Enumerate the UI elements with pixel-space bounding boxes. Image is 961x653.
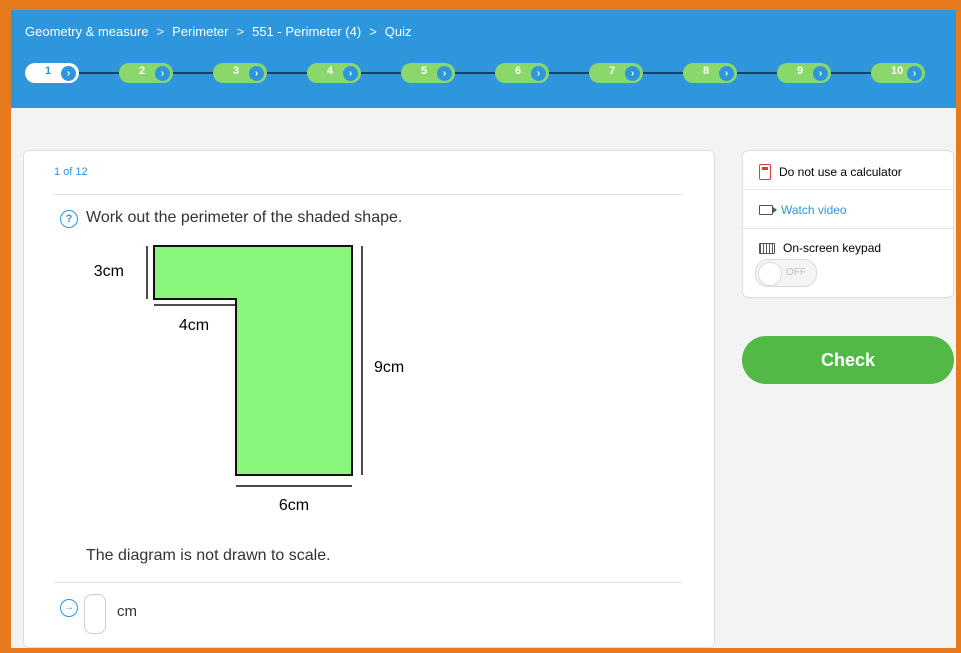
arrow-right-icon: → <box>60 599 78 617</box>
step-4[interactable]: 4 › <box>307 63 361 83</box>
divider <box>743 189 953 190</box>
step-number: 6 <box>515 65 522 77</box>
step-connector <box>79 72 119 74</box>
step-number: 3 <box>233 65 240 77</box>
chevron-right-icon: › <box>437 65 452 81</box>
breadcrumb-separator: > <box>236 24 245 39</box>
keypad-label: On-screen keypad <box>783 241 882 255</box>
breadcrumb-lesson[interactable]: 551 - Perimeter (4) <box>252 24 361 39</box>
watch-video-row[interactable]: Watch video <box>759 203 847 217</box>
answer-unit: cm <box>117 603 137 620</box>
perimeter-diagram: 3cm 4cm 9cm 6cm <box>94 245 404 514</box>
step-number: 5 <box>421 65 428 77</box>
step-connector <box>267 72 307 74</box>
toggle-knob <box>758 262 782 286</box>
breadcrumb-separator: > <box>369 24 377 39</box>
breadcrumb: Geometry & measure > Perimeter > 551 - P… <box>25 24 412 39</box>
divider <box>54 194 682 195</box>
chevron-right-icon: › <box>61 65 76 81</box>
step-7[interactable]: 7 › <box>589 63 643 83</box>
chevron-right-icon: › <box>719 65 734 81</box>
label-4cm: 4cm <box>179 317 209 334</box>
quiz-window: Geometry & measure > Perimeter > 551 - P… <box>11 10 956 648</box>
step-number: 7 <box>609 65 616 77</box>
step-connector <box>361 72 401 74</box>
toggle-state: OFF <box>786 267 806 278</box>
divider <box>54 582 682 583</box>
shaded-shape <box>153 245 353 476</box>
breadcrumb-separator: > <box>156 24 165 39</box>
divider <box>743 228 953 229</box>
step-connector <box>455 72 495 74</box>
video-icon <box>759 205 777 215</box>
step-number: 9 <box>797 65 804 77</box>
keyboard-icon <box>759 242 775 254</box>
step-connector <box>831 72 871 74</box>
step-connector <box>737 72 777 74</box>
watch-video-link[interactable]: Watch video <box>781 203 847 217</box>
step-5[interactable]: 5 › <box>401 63 455 83</box>
calculator-icon <box>759 164 771 180</box>
label-3cm: 3cm <box>94 263 124 280</box>
step-3[interactable]: 3 › <box>213 63 267 83</box>
step-8[interactable]: 8 › <box>683 63 737 83</box>
question-counter: 1 of 12 <box>54 166 88 178</box>
breadcrumb-geometry[interactable]: Geometry & measure <box>25 24 149 39</box>
step-number: 4 <box>327 65 334 77</box>
keypad-row: On-screen keypad <box>759 241 881 255</box>
question-text: Work out the perimeter of the shaded sha… <box>86 209 403 226</box>
step-1[interactable]: 1 › <box>25 63 79 83</box>
chevron-right-icon: › <box>155 65 170 81</box>
calculator-row: Do not use a calculator <box>759 164 902 180</box>
scale-note: The diagram is not drawn to scale. <box>86 547 331 564</box>
step-number: 1 <box>45 65 52 77</box>
chevron-right-icon: › <box>625 65 640 81</box>
step-number: 2 <box>139 65 146 77</box>
breadcrumb-perimeter[interactable]: Perimeter <box>172 24 228 39</box>
answer-input[interactable] <box>84 594 106 634</box>
step-9[interactable]: 9 › <box>777 63 831 83</box>
step-number: 8 <box>703 65 710 77</box>
step-connector <box>643 72 683 74</box>
chevron-right-icon: › <box>813 65 828 81</box>
label-9cm: 9cm <box>374 359 404 376</box>
step-connector <box>173 72 213 74</box>
step-connector <box>549 72 589 74</box>
chevron-right-icon: › <box>531 65 546 81</box>
question-stepper: 1 › 2 › 3 › 4 › 5 › 6 › 7 › 8 › 9 › 10 › <box>25 63 925 83</box>
top-bar: Geometry & measure > Perimeter > 551 - P… <box>11 10 956 108</box>
tools-panel: Do not use a calculator Watch video On-s… <box>742 150 954 298</box>
calculator-note: Do not use a calculator <box>779 165 902 179</box>
step-number: 10 <box>891 65 904 77</box>
label-6cm: 6cm <box>279 497 309 514</box>
step-2[interactable]: 2 › <box>119 63 173 83</box>
help-icon[interactable]: ? <box>60 210 78 228</box>
chevron-right-icon: › <box>907 65 922 81</box>
question-card: 1 of 12 ? Work out the perimeter of the … <box>23 150 715 648</box>
chevron-right-icon: › <box>249 65 264 81</box>
step-10[interactable]: 10 › <box>871 63 925 83</box>
breadcrumb-quiz: Quiz <box>384 24 412 39</box>
chevron-right-icon: › <box>343 65 358 81</box>
keypad-toggle[interactable]: OFF <box>755 259 817 287</box>
step-6[interactable]: 6 › <box>495 63 549 83</box>
check-button[interactable]: Check <box>742 336 954 384</box>
